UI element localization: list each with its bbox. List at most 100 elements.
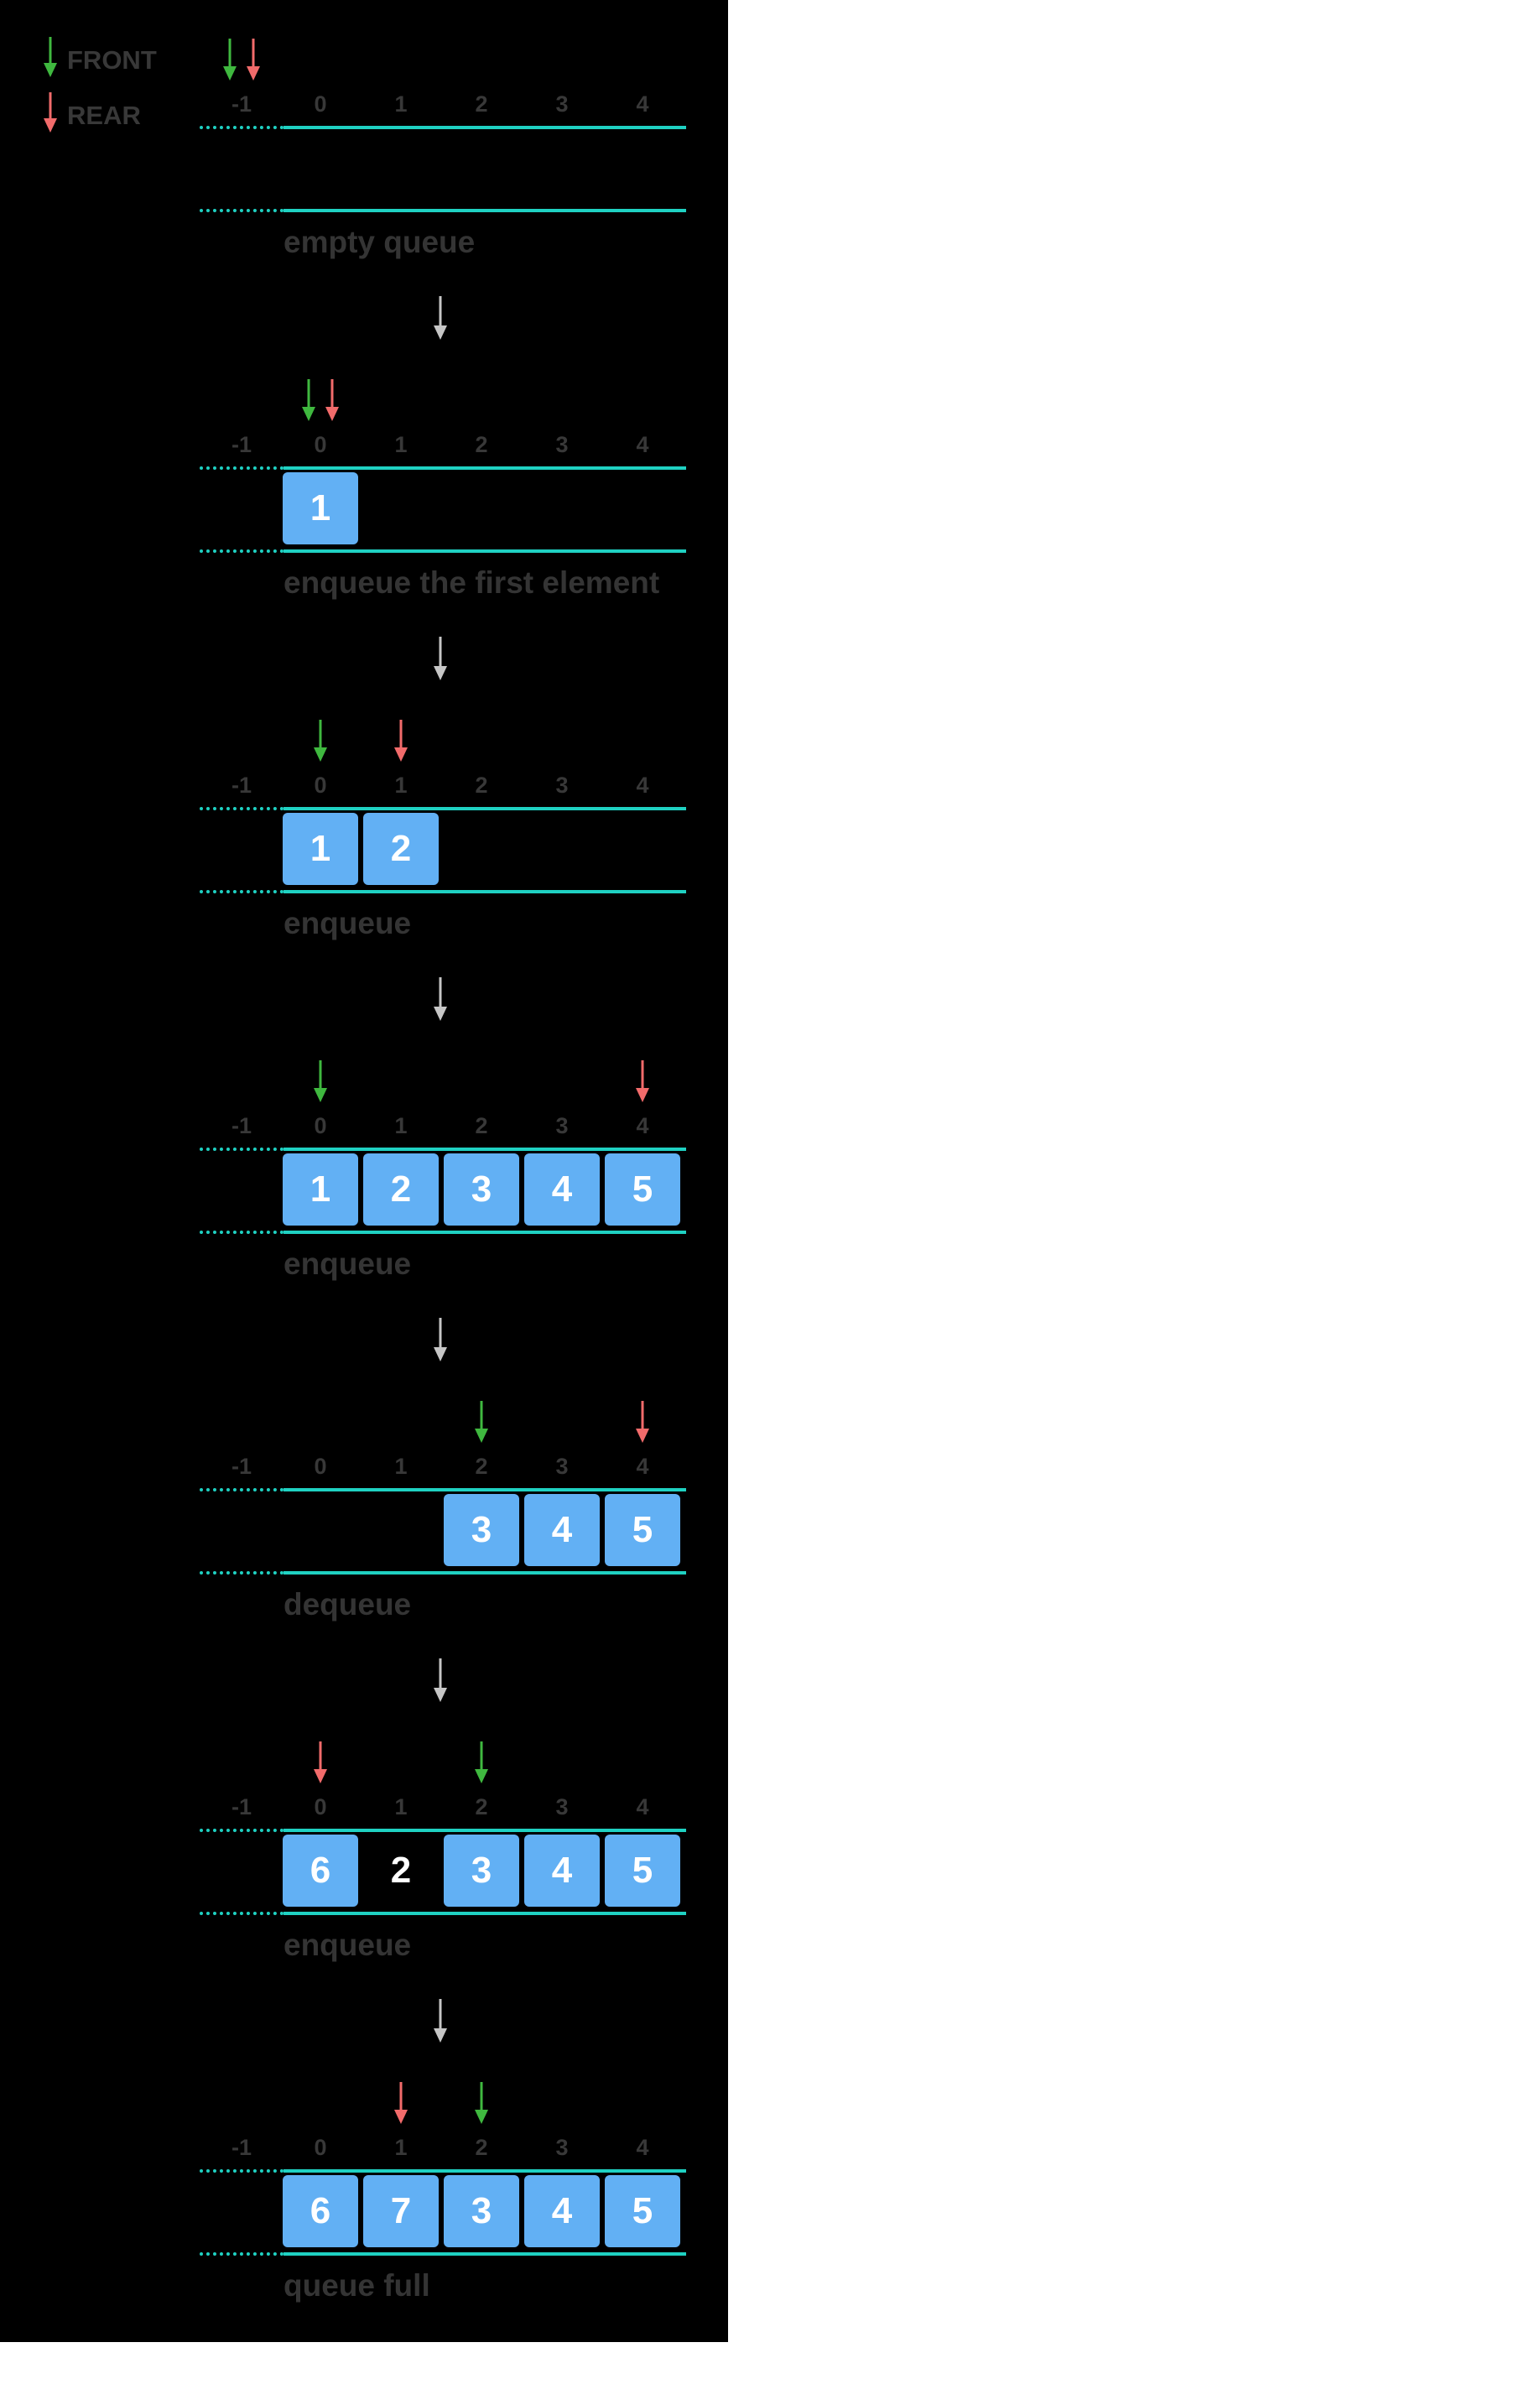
step-caption: queue full (284, 2268, 430, 2303)
index-label: 0 (314, 91, 327, 117)
step-caption: dequeue (284, 1587, 412, 1621)
top-rail (284, 2169, 686, 2173)
top-dotted-rail (200, 126, 284, 129)
front-pointer-arrow-icon (475, 1741, 488, 1783)
index-label: 1 (394, 91, 408, 117)
index-label: 3 (555, 1454, 569, 1479)
index-label: 3 (555, 1794, 569, 1819)
index-label: 1 (394, 2135, 408, 2160)
blank-area (728, 0, 1540, 2342)
index-label: 2 (475, 91, 488, 117)
index-label: 0 (314, 1454, 327, 1479)
index-label: 4 (636, 1113, 649, 1138)
index-label: 0 (314, 432, 327, 457)
index-label: 2 (475, 1794, 488, 1819)
bottom-dotted-rail (200, 2252, 284, 2256)
index-label: 2 (475, 432, 488, 457)
bottom-dotted-rail (200, 1571, 284, 1575)
index-label: 4 (636, 1794, 649, 1819)
index-label: 3 (555, 1113, 569, 1138)
index-label: 3 (555, 773, 569, 798)
bottom-dotted-rail (200, 549, 284, 553)
index-label: 0 (314, 1794, 327, 1819)
bottom-dotted-rail (200, 1912, 284, 1915)
queue-cell: 5 (605, 2175, 680, 2247)
step-caption: enqueue the first element (284, 565, 660, 600)
flow-arrow-icon (434, 977, 447, 1021)
bottom-dotted-rail (200, 209, 284, 212)
queue-cell: 3 (444, 1153, 519, 1226)
top-dotted-rail (200, 1829, 284, 1832)
top-dotted-rail (200, 466, 284, 470)
queue-step: -1 0 1 2 3 4 6 7 3 4 5 queue full (0, 2043, 728, 2384)
step-caption: enqueue (284, 1928, 412, 1962)
rear-pointer-arrow-icon (394, 720, 408, 762)
index-label: 3 (555, 91, 569, 117)
bottom-rail (284, 1571, 686, 1575)
index-label: 4 (636, 2135, 649, 2160)
step-caption: empty queue (284, 225, 476, 259)
queue-cell: 1 (283, 472, 358, 544)
queue-cell: 4 (524, 1153, 600, 1226)
queue-step: -1 0 1 2 3 4 1 2 enqueue (0, 681, 728, 1022)
queue-cell: 3 (444, 2175, 519, 2247)
queue-cell: 6 (283, 1835, 358, 1907)
flow-arrow-icon (434, 1999, 447, 2043)
bottom-rail (284, 890, 686, 893)
index-label: 0 (314, 773, 327, 798)
queue-cell: 3 (444, 1835, 519, 1907)
step-caption: enqueue (284, 906, 412, 940)
index-label: 2 (475, 1454, 488, 1479)
index-label: 4 (636, 773, 649, 798)
index-label: 2 (475, 2135, 488, 2160)
index-label: 0 (314, 2135, 327, 2160)
index-label: -1 (231, 432, 252, 457)
index-label: 3 (555, 2135, 569, 2160)
rear-pointer-arrow-icon (325, 379, 339, 421)
rear-pointer-arrow-icon (394, 2082, 408, 2124)
front-pointer-arrow-icon (475, 1401, 488, 1443)
queue-cell: 4 (524, 1494, 600, 1566)
index-label: 1 (394, 773, 408, 798)
top-rail (284, 1148, 686, 1151)
queue-step: -1 0 1 2 3 4 6 3 4 5 2 enqueue (0, 1703, 728, 2043)
queue-step: -1 0 1 2 3 4 1 2 3 4 5 enqueue (0, 1022, 728, 1362)
flow-arrow-icon (434, 296, 447, 340)
rear-pointer-arrow-icon (636, 1401, 649, 1443)
flow-arrow-icon (434, 1318, 447, 1361)
index-label: 4 (636, 91, 649, 117)
queue-cell: 5 (605, 1494, 680, 1566)
front-pointer-arrow-icon (223, 39, 237, 81)
bottom-rail (284, 1912, 686, 1915)
queue-cell: 1 (283, 1153, 358, 1226)
index-label: 4 (636, 1454, 649, 1479)
index-label: 1 (394, 1113, 408, 1138)
index-label: -1 (231, 1794, 252, 1819)
queue-cell: 3 (444, 1494, 519, 1566)
queue-step: -1 0 1 2 3 4 3 4 5 dequeue (0, 1362, 728, 1703)
queue-cell: 2 (363, 1153, 439, 1226)
index-label: 2 (475, 773, 488, 798)
top-rail (284, 126, 686, 129)
queue-step: -1 0 1 2 3 4 1 enqueue the first element (0, 341, 728, 681)
queue-cell: 1 (283, 813, 358, 885)
index-label: 0 (314, 1113, 327, 1138)
front-pointer-arrow-icon (475, 2082, 488, 2124)
flow-arrow-icon (434, 1658, 447, 1702)
top-dotted-rail (200, 1148, 284, 1151)
front-pointer-arrow-icon (302, 379, 315, 421)
queue-cell: 7 (363, 2175, 439, 2247)
front-pointer-arrow-icon (314, 720, 327, 762)
bottom-rail (284, 209, 686, 212)
rear-pointer-arrow-icon (314, 1741, 327, 1783)
queue-cell: 2 (363, 813, 439, 885)
index-label: 1 (394, 1794, 408, 1819)
queue-cell: 4 (524, 2175, 600, 2247)
index-label: -1 (231, 91, 252, 117)
index-label: 1 (394, 432, 408, 457)
top-dotted-rail (200, 2169, 284, 2173)
queue-cell: 6 (283, 2175, 358, 2247)
rear-pointer-arrow-icon (636, 1060, 649, 1102)
index-label: -1 (231, 1113, 252, 1138)
index-label: -1 (231, 773, 252, 798)
